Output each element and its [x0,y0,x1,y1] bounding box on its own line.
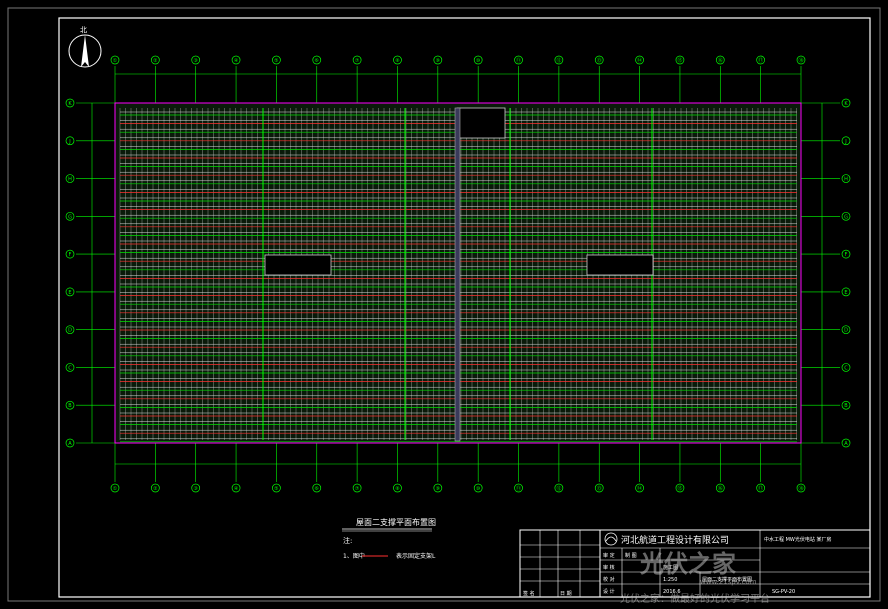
axis-label-row: C [844,365,848,371]
axis-label-column: ⑫ [556,57,561,64]
axis-label-column: ⑩ [476,486,481,492]
axis-label-row: E [844,290,847,296]
notes-heading: 注: [343,536,352,545]
roof-opening-left [264,254,332,276]
roof-opening-right [586,254,654,276]
axis-label-column: ⑮ [677,485,682,492]
central-walkway [454,107,461,442]
tb-sign-label-2: 日 期 [560,591,572,597]
axis-label-column: ⑪ [516,485,521,492]
tb-drawing-no: SG-PV-20 [772,589,795,595]
axis-label-column: ⑨ [436,58,440,64]
axis-label-row: B [844,403,848,409]
axis-label-column: ⑦ [355,486,360,492]
axis-label-column: ⑫ [556,485,561,492]
axis-label-row: F [69,252,72,258]
axis-label-column: ⑤ [274,58,278,64]
axis-label-row: A [844,441,848,447]
note-1-prefix: 1、图中 [343,552,365,560]
axis-label-column: ⑪ [516,57,521,64]
axis-label-row: C [68,365,72,371]
note-1-suffix: 表示固定支架L [396,552,436,560]
axis-label-column: ⑧ [395,58,400,64]
axis-label-column: ⑩ [476,58,481,64]
axis-label-column: ⑯ [718,485,723,492]
axis-label-column: ⑨ [436,486,440,492]
tb-row-4: 设 计 [603,588,615,595]
axis-label-row: J [68,139,70,145]
axis-label-column: ⑦ [355,58,360,64]
cad-drawing-canvas: 北 ① ① ② ② ③ ③ ④ ④ ⑤ ⑤ ⑥ ⑥ ⑦ ⑦ ⑧ ⑧ ⑨ ⑨ ⑩ ⑩ ⑪ ⑪ ⑫ ⑫ ⑬ ⑬ ⑭ ⑭ ⑮ ⑮ ⑯ ⑯ ⑰ ⑰ ⑱ ⑱ K K… [7,7,881,605]
axis-label-row: F [845,252,848,258]
axis-label-column: ⑤ [274,486,278,492]
axis-label-column: ⑱ [798,57,803,64]
tb-sign-label-1: 签 名 [523,590,535,597]
axis-label-row: D [68,328,72,334]
axis-label-column: ⑥ [315,58,320,64]
tb-project: 中水工程 MW光伏电站 某厂房 [764,536,831,543]
tb-row-5: 制 图 [625,552,637,559]
axis-label-column: ② [153,486,158,492]
axis-label-column: ② [153,58,158,64]
axis-label-column: ⑥ [315,486,320,492]
axis-label-row: B [68,403,72,409]
axis-label-row: H [844,177,848,183]
tb-row-2: 审 核 [603,564,615,571]
axis-label-column: ④ [234,58,239,64]
axis-label-row: G [68,214,72,220]
north-arrow-icon: 北 [68,26,102,68]
axis-label-column: ⑰ [758,57,763,64]
axis-label-column: ⑭ [637,485,642,492]
axis-label-row: J [844,139,846,145]
axis-label-column: ① [113,486,118,492]
tb-row-3: 校 对 [603,576,615,583]
watermark-site: www.21spv.com [700,578,757,586]
axis-label-column: ⑱ [798,485,803,492]
axis-label-column: ⑬ [597,485,602,492]
axis-label-row: K [68,101,72,107]
axis-label-column: ⑯ [718,57,723,64]
axis-label-column: ③ [193,58,197,64]
watermark-slogan: 光伏之家：做最好的光伏学习平台 [620,592,770,605]
axis-label-column: ③ [193,486,197,492]
axis-label-column: ④ [234,486,239,492]
axis-label-column: ⑧ [395,486,400,492]
axis-label-column: ⑰ [758,485,763,492]
axis-label-column: ⑭ [637,57,642,64]
axis-label-column: ⑬ [597,57,602,64]
axis-label-row: D [844,328,848,334]
axis-label-row: A [68,441,72,447]
roof-opening-top [456,107,506,139]
axis-label-column: ⑮ [677,57,682,64]
axis-label-column: ① [113,58,118,64]
axis-label-row: K [844,101,848,107]
company-logo-icon [604,532,618,546]
watermark-brand: 光伏之家 [639,550,736,578]
plan-title: 屋面二支撑平面布置图 [356,517,436,527]
axis-label-row: E [68,290,71,296]
tb-company: 河北航道工程设计有限公司 [621,534,729,546]
axis-label-row: G [844,214,848,220]
axis-label-row: H [68,177,72,183]
compass-label: 北 [80,26,87,34]
tb-row-1: 审 定 [603,552,615,559]
watermark: 光伏之家 www.21spv.com 光伏之家：做最好的光伏学习平台 [620,550,770,605]
